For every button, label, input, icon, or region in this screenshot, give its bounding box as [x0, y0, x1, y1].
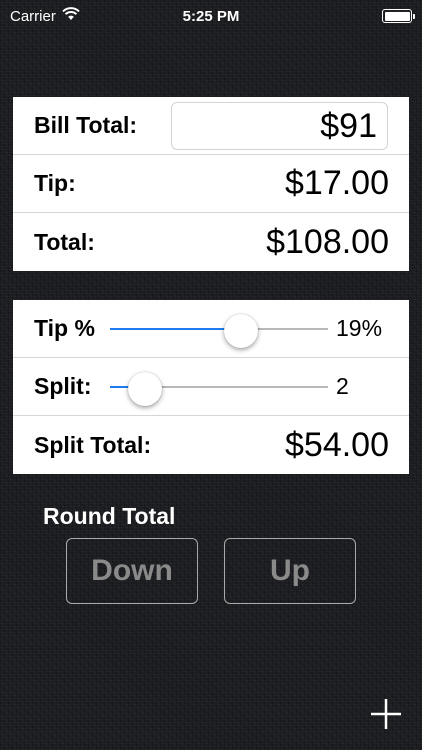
tip-percent-thumb[interactable] — [223, 314, 258, 348]
total-value: $108.00 — [266, 222, 389, 261]
tip-value: $17.00 — [285, 164, 389, 202]
split-value: 2 — [336, 373, 349, 399]
bill-panel: Bill Total: Tip: $17.00 Total: $108.00 — [13, 97, 409, 271]
status-bar: Carrier 5:25 PM — [0, 0, 422, 32]
tip-percent-slider[interactable] — [110, 314, 328, 348]
carrier-label: Carrier — [10, 7, 56, 25]
battery-icon — [382, 9, 415, 23]
add-button[interactable] — [368, 696, 404, 732]
split-track — [110, 372, 328, 406]
split-row: Split: 2 — [13, 358, 409, 416]
wifi-icon — [62, 7, 80, 25]
total-label: Total: — [34, 228, 95, 255]
split-slider[interactable] — [110, 372, 328, 406]
tip-row: Tip: $17.00 — [13, 155, 409, 213]
round-total-title: Round Total — [43, 503, 176, 529]
tip-percent-fill — [110, 328, 241, 330]
round-up-button[interactable]: Up — [224, 538, 356, 604]
tip-percent-row: Tip % 19% — [13, 300, 409, 358]
plus-icon — [371, 699, 401, 729]
split-label: Split: — [34, 373, 92, 399]
status-right — [262, 9, 415, 23]
split-total-value: $54.00 — [285, 425, 389, 464]
status-time: 5:25 PM — [182, 7, 240, 25]
split-thumb[interactable] — [127, 372, 162, 406]
bill-total-row: Bill Total: — [13, 97, 409, 155]
tip-percent-label: Tip % — [34, 315, 95, 341]
tip-percent-track — [110, 314, 328, 348]
split-total-label: Split Total: — [34, 431, 152, 458]
split-total-row: Split Total: $54.00 — [13, 416, 409, 474]
round-down-button[interactable]: Down — [66, 538, 198, 604]
total-row: Total: $108.00 — [13, 213, 409, 271]
split-panel: Tip % 19% Split: 2 Split Total: $54.00 — [13, 300, 409, 474]
bill-total-input[interactable] — [171, 102, 388, 150]
tip-label: Tip: — [34, 170, 76, 196]
status-left: Carrier — [10, 7, 160, 25]
tip-percent-value: 19% — [336, 315, 383, 341]
bill-total-label: Bill Total: — [34, 112, 138, 138]
